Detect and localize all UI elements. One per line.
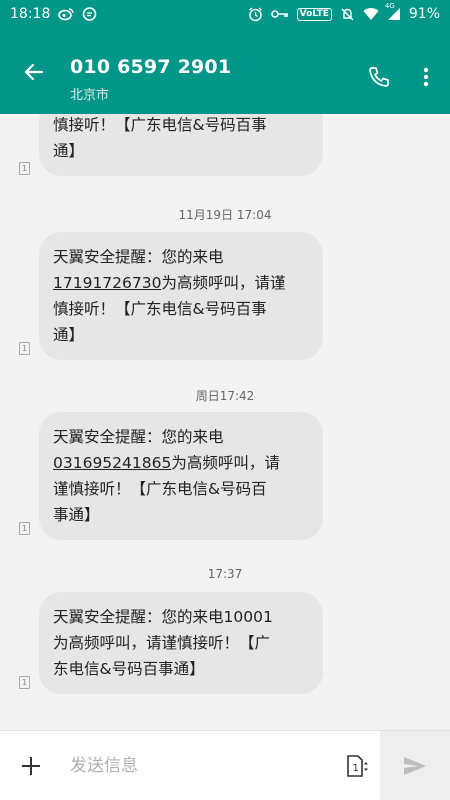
message-timestamp: 17:37 [207,567,243,581]
more-vert-icon [423,67,429,87]
key-icon [270,9,289,19]
message-bubble[interactable]: 天翼安全提醒：您的来电 17191726730为高频呼叫，请谨 慎接听！【广东电… [39,232,323,360]
battery-text: 91% [408,6,440,22]
message-bubble[interactable]: 天翼安全提醒：您的来电10001 为高频呼叫，请谨慎接听！【广 东电信&号码百事… [39,592,323,694]
sim-indicator-icon: 1 [19,676,30,689]
message-line: 谨慎接听！【广东电信&号码百 [53,480,267,498]
signal-label: 4G [384,2,395,10]
composer-bar: 1 [0,730,450,800]
message-line: 通】 [53,142,85,160]
message-line-tail: 为高频呼叫，请谨 [161,274,286,292]
plus-icon [22,756,40,775]
sim-select-button[interactable]: 1 [336,731,380,800]
phone-number-link[interactable]: 17191726730 [53,274,161,292]
phone-icon [369,67,389,87]
sim-indicator-icon: 1 [19,342,30,355]
mute-icon [340,7,355,22]
phone-number-link[interactable]: 031695241865 [53,454,171,472]
message-line: 天翼安全提醒：您的来电10001 [53,608,273,626]
message-bubble[interactable]: 慎接听！【广东电信&号码百事 通】 [39,114,323,176]
status-bar: 18:18 VoLTE 4G 91% [0,0,450,28]
sim-indicator-icon: 1 [19,162,30,175]
arrow-left-icon [24,63,44,81]
more-options-button[interactable] [416,62,436,92]
volte-badge: VoLTE [296,7,332,21]
message-line: 为高频呼叫，请谨慎接听！【广 [53,634,271,652]
message-line: 17191726730为高频呼叫，请谨 [53,270,309,296]
message-line: 031695241865为高频呼叫，请 [53,450,309,476]
send-button[interactable] [380,730,450,800]
call-button[interactable] [362,60,396,94]
message-timestamp: 周日17:42 [195,389,255,403]
message-line: 天翼安全提醒：您的来电 [53,428,224,446]
back-button[interactable] [16,54,52,90]
message-line: 通】 [53,326,85,344]
alarm-icon [248,6,263,22]
app-bar: 010 6597 2901 北京市 [0,28,450,114]
send-icon [404,756,426,775]
attach-button[interactable] [0,731,62,800]
message-input[interactable] [62,730,336,800]
message-bubble[interactable]: 天翼安全提醒：您的来电 031695241865为高频呼叫，请 谨慎接听！【广东… [39,412,323,540]
contact-location: 北京市 [70,88,110,103]
message-line: 慎接听！【广东电信&号码百事 [53,116,267,134]
message-line: 事通】 [53,506,100,524]
message-bubble-icon [82,6,97,22]
weibo-icon [58,7,75,21]
message-line: 天翼安全提醒：您的来电 [53,248,224,266]
svg-text:1: 1 [353,763,359,774]
message-line: 慎接听！【广东电信&号码百事 [53,300,267,318]
sim-indicator-icon: 1 [19,522,30,535]
message-thread[interactable]: 慎接听！【广东电信&号码百事 通】 1 11月19日 17:04 天翼安全提醒：… [0,114,450,730]
status-time: 18:18 [10,6,51,22]
wifi-icon [363,7,379,21]
message-line: 东电信&号码百事通】 [53,660,205,678]
message-line-tail: 为高频呼叫，请 [171,454,280,472]
sim-card-icon: 1 [347,754,368,777]
signal-icon: 4G [385,2,401,21]
contact-number: 010 6597 2901 [70,56,232,78]
message-timestamp: 11月19日 17:04 [178,208,272,222]
